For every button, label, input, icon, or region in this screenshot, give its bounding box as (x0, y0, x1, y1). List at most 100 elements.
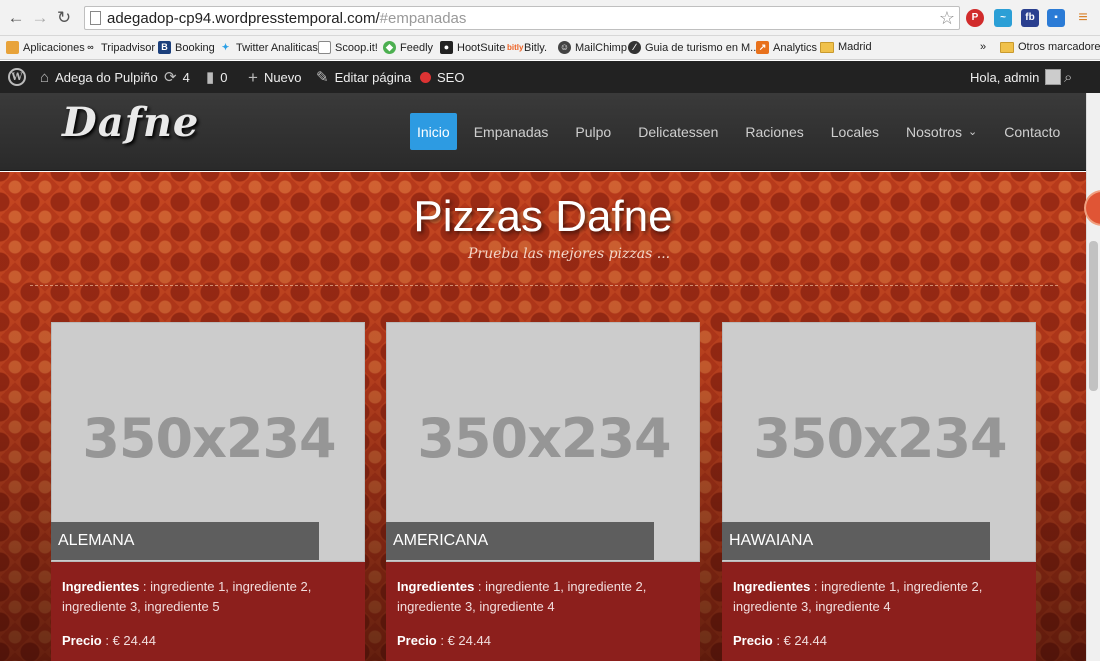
site-name: Adega do Pulpiño (55, 69, 158, 85)
bookmark-bitly[interactable]: bitly Bitly. (507, 41, 547, 54)
scrollbar-thumb[interactable] (1089, 241, 1098, 391)
product-card: 350x234 AMERICANA Ingredientes : ingredi… (386, 322, 700, 661)
menu-item-locales[interactable]: Locales (821, 113, 889, 150)
browser-toolbar: ← → ↻ adegadop-cp94.wordpresstemporal.co… (0, 0, 1100, 36)
wordpress-logo-icon: W (8, 68, 26, 86)
bookmark-tripadvisor[interactable]: ∞ Tripadvisor (84, 41, 155, 54)
bookmark-guia[interactable]: ∕ Guia de turismo en M... (628, 41, 759, 54)
url-hash: #empanadas (379, 10, 467, 27)
tripadvisor-icon: ∞ (87, 42, 94, 52)
menu-icon[interactable]: ≡ (1074, 9, 1092, 27)
bookmark-label: MailChimp (575, 41, 627, 54)
bookmark-twitter[interactable]: ✦ Twitter Analiticas (219, 41, 318, 54)
price-label: Precio (733, 633, 773, 648)
home-icon: ⌂ (40, 68, 50, 86)
price-value: : € 24.44 (436, 633, 491, 648)
ingredients-line: Ingredientes : ingrediente 1, ingredient… (62, 577, 354, 617)
bookmark-label: Analytics (773, 41, 818, 54)
bookmark-label: Twitter Analiticas (236, 41, 318, 54)
menu-item-nosotros[interactable]: Nosotros ⌄ (896, 113, 987, 150)
avatar (1045, 69, 1062, 85)
placeholder-text: 350x234 (417, 407, 671, 470)
reload-icon[interactable]: ↻ (54, 8, 74, 28)
site-name-link[interactable]: ⌂ Adega do Pulpiño (40, 61, 158, 93)
product-details: Ingredientes : ingrediente 1, ingredient… (51, 562, 365, 661)
folder-icon (820, 41, 834, 53)
bookmarks-overflow-button[interactable]: » (980, 41, 986, 53)
price-label: Precio (62, 633, 102, 648)
bookmark-scoopit[interactable]: Scoop.it! (318, 41, 378, 54)
bookmark-booking[interactable]: B Booking (158, 41, 215, 54)
price-value: : € 24.44 (772, 633, 827, 648)
product-name[interactable]: AMERICANA (386, 522, 654, 560)
bookmark-analytics[interactable]: ↗ Analytics (756, 41, 817, 54)
section-title: Pizzas Dafne (413, 192, 673, 241)
bookmark-label: Scoop.it! (335, 41, 378, 54)
buffer-ext-icon[interactable]: ▪ (1047, 9, 1065, 27)
comments-link[interactable]: ▮ 0 (206, 61, 228, 93)
page-scrollbar[interactable] (1086, 93, 1100, 661)
page-icon (318, 41, 331, 54)
forward-arrow-icon[interactable]: → (30, 8, 50, 28)
section-divider (30, 285, 1058, 286)
updates-link[interactable]: ⟳ 4 (164, 61, 190, 93)
menu-item-inicio[interactable]: Inicio (410, 113, 457, 150)
edit-page-link[interactable]: ✎ Editar página (316, 61, 411, 93)
product-name[interactable]: HAWAIANA (722, 522, 990, 560)
placeholder-text: 350x234 (753, 407, 1007, 470)
url-host: adegadop-cp94.wordpresstemporal.com/ (107, 10, 380, 27)
comment-icon: ▮ (206, 68, 215, 86)
bookmark-madrid[interactable]: Madrid (820, 41, 872, 53)
booking-icon: B (158, 41, 171, 54)
hootsuite-icon: ● (440, 41, 453, 54)
analytics-icon: ↗ (756, 41, 769, 54)
seo-status-icon (420, 71, 431, 83)
address-bar[interactable]: adegadop-cp94.wordpresstemporal.com/#emp… (84, 6, 960, 30)
page-icon (90, 11, 101, 25)
bookmark-mailchimp[interactable]: ☺ MailChimp (558, 41, 627, 54)
chevron-down-icon: ⌄ (968, 126, 978, 138)
pinterest-icon[interactable]: P (966, 9, 984, 27)
site-header: Dafne Inicio Empanadas Pulpo Delicatesse… (0, 93, 1086, 171)
wordpress-menu[interactable]: W (8, 61, 26, 93)
product-card: 350x234 HAWAIANA Ingredientes : ingredie… (722, 322, 1036, 661)
back-arrow-icon[interactable]: ← (6, 8, 26, 28)
bookmark-apps[interactable]: ▦ Aplicaciones (6, 41, 85, 54)
bookmark-label: Bitly. (524, 41, 548, 54)
ingredients-line: Ingredientes : ingrediente 1, ingredient… (397, 577, 689, 617)
admin-search-button[interactable]: ⌕ (1064, 61, 1072, 93)
price-label: Precio (397, 633, 437, 648)
bookmark-feedly[interactable]: ◆ Feedly (383, 41, 433, 54)
site-logo[interactable]: Dafne (62, 99, 199, 146)
facebook-ext-icon[interactable]: fb (1021, 9, 1039, 27)
menu-item-pulpo[interactable]: Pulpo (565, 113, 621, 150)
feedly-ext-icon[interactable]: ~ (994, 9, 1012, 27)
bookmark-label: Booking (175, 41, 215, 54)
bookmarks-bar: ▦ Aplicaciones ∞ Tripadvisor B Booking ✦ Twi… (0, 36, 1100, 60)
folder-icon (1000, 41, 1014, 53)
bookmark-label: Aplicaciones (23, 41, 85, 54)
bookmark-hootsuite[interactable]: ● HootSuite (440, 41, 505, 54)
edit-label: Editar página (334, 69, 412, 85)
pencil-icon: ✎ (316, 68, 329, 86)
admin-bar: W ⌂ Adega do Pulpiño ⟳ 4 ▮ 0 + Nuevo ✎ Editar… (0, 61, 1100, 93)
menu-item-delicatessen[interactable]: Delicatessen (628, 113, 728, 150)
other-bookmarks[interactable]: Otros marcadores (1000, 41, 1100, 53)
menu-item-raciones[interactable]: Raciones (735, 113, 813, 150)
ingredients-label: Ingredientes (62, 579, 140, 594)
new-content-link[interactable]: + Nuevo (248, 61, 302, 93)
main-menu: Inicio Empanadas Pulpo Delicatessen Raci… (410, 113, 1077, 150)
bookmark-label: Feedly (400, 41, 434, 54)
product-name[interactable]: ALEMANA (51, 522, 319, 560)
product-card: 350x234 ALEMANA Ingredientes : ingredien… (51, 322, 365, 661)
menu-item-empanadas[interactable]: Empanadas (464, 113, 559, 150)
url-text[interactable]: adegadop-cp94.wordpresstemporal.com/#emp… (107, 10, 466, 27)
price-line: Precio : € 24.44 (62, 631, 354, 651)
bookmark-label: Guia de turismo en M... (645, 41, 760, 54)
account-menu[interactable]: Hola, admin (970, 61, 1062, 93)
updates-count: 4 (182, 69, 190, 85)
bookmark-star-icon[interactable]: ☆ (939, 8, 955, 28)
menu-item-contacto[interactable]: Contacto (994, 113, 1070, 150)
ingredients-label: Ingredientes (397, 579, 475, 594)
seo-menu[interactable]: SEO (420, 61, 464, 93)
